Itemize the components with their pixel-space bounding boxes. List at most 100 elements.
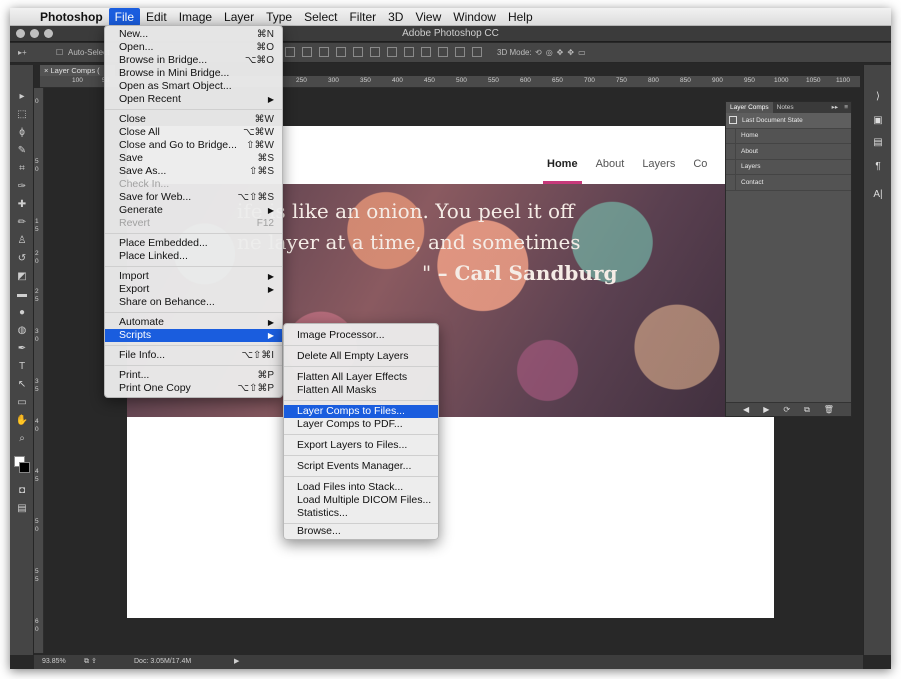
menu-window[interactable]: Window (447, 8, 502, 26)
menu-item-load-multiple-dicom-files[interactable]: Load Multiple DICOM Files... (284, 494, 438, 507)
menu-3d[interactable]: 3D (382, 8, 409, 26)
align-left-icon[interactable] (336, 47, 346, 57)
align-center-icon[interactable] (353, 47, 363, 57)
pen-tool-icon[interactable]: ✒ (14, 341, 30, 357)
distribute-bottom-icon[interactable] (421, 47, 431, 57)
character-panel-icon[interactable]: A| (872, 189, 884, 201)
previous-comp-icon[interactable]: ◀ (743, 403, 749, 416)
menu-item-open-as-smart-object[interactable]: Open as Smart Object... (105, 80, 282, 93)
clone-stamp-tool-icon[interactable]: ♙ (14, 233, 30, 249)
panel-menu-icon[interactable]: ≡ (841, 102, 851, 113)
menu-item-new[interactable]: New... ⌘N (105, 28, 282, 41)
marquee-tool-icon[interactable]: ⬚ (14, 107, 30, 123)
menu-item-generate[interactable]: Generate ▶ (105, 204, 282, 217)
menu-item-import[interactable]: Import ▶ (105, 270, 282, 283)
menu-item-flatten-all-layer-effects[interactable]: Flatten All Layer Effects (284, 371, 438, 384)
update-comp-icon[interactable]: ⟳ (783, 403, 790, 416)
menu-item-place-embedded[interactable]: Place Embedded... (105, 237, 282, 250)
blur-tool-icon[interactable]: ● (14, 305, 30, 321)
menu-layer[interactable]: Layer (218, 8, 260, 26)
lasso-tool-icon[interactable]: ϕ (14, 125, 30, 141)
layer-comp-row[interactable]: Layers (726, 159, 851, 175)
auto-select-checkbox[interactable]: ☐ (56, 48, 63, 57)
menu-item-scripts[interactable]: Scripts ▶ (105, 329, 282, 342)
eraser-tool-icon[interactable]: ◩ (14, 269, 30, 285)
panel-collapse-icon[interactable]: ▸▸ (829, 102, 842, 113)
screen-mode-icon[interactable]: ▤ (14, 501, 30, 517)
gradient-tool-icon[interactable]: ▬ (14, 287, 30, 303)
distribute-left-icon[interactable] (438, 47, 448, 57)
align-middle-icon[interactable] (302, 47, 312, 57)
distribute-center-icon[interactable] (455, 47, 465, 57)
layer-comp-row[interactable]: Contact (726, 174, 851, 191)
crop-tool-icon[interactable]: ⌗ (14, 161, 30, 177)
distribute-right-icon[interactable] (472, 47, 482, 57)
menu-item-export-layers-to-files[interactable]: Export Layers to Files... (284, 439, 438, 452)
menu-item-file-info[interactable]: File Info... ⌥⇧⌘I (105, 349, 282, 362)
menu-file[interactable]: File (108, 8, 140, 26)
path-selection-tool-icon[interactable]: ↖ (14, 377, 30, 393)
menu-item-flatten-all-masks[interactable]: Flatten All Masks (284, 384, 438, 397)
menu-edit[interactable]: Edit (140, 8, 173, 26)
menu-image[interactable]: Image (173, 8, 218, 26)
layer-comp-row[interactable]: About (726, 143, 851, 160)
tab-layer-comps[interactable]: Layer Comps (726, 102, 773, 113)
align-top-icon[interactable] (285, 47, 295, 57)
comp-apply-checkbox[interactable] (726, 143, 736, 159)
layer-comps-panel-icon[interactable]: ▣ (872, 115, 884, 127)
new-comp-icon[interactable]: ⧉ (804, 403, 810, 416)
tab-notes[interactable]: Notes (773, 102, 798, 113)
menu-item-automate[interactable]: Automate ▶ (105, 316, 282, 329)
status-menu-arrow[interactable]: ▶ (234, 655, 239, 669)
menu-item-place-linked[interactable]: Place Linked... (105, 250, 282, 263)
comp-apply-checkbox[interactable] (726, 174, 736, 190)
menu-type[interactable]: Type (260, 8, 298, 26)
menu-help[interactable]: Help (502, 8, 539, 26)
distribute-middle-icon[interactable] (404, 47, 414, 57)
share-icon[interactable]: ⧉ ⇪ (84, 655, 97, 669)
menu-item-close-all[interactable]: Close All ⌥⌘W (105, 126, 282, 139)
vertical-ruler[interactable]: 0 5 0 1 5 2 0 2 5 3 0 3 5 4 0 4 5 5 0 5 … (34, 88, 44, 653)
history-panel-icon[interactable]: ⟩ (872, 91, 884, 103)
hand-tool-icon[interactable]: ✋ (14, 413, 30, 429)
history-brush-tool-icon[interactable]: ↺ (14, 251, 30, 267)
eyedropper-tool-icon[interactable]: ✑ (14, 179, 30, 195)
menu-item-print-one-copy[interactable]: Print One Copy ⌥⇧⌘P (105, 382, 282, 395)
dodge-tool-icon[interactable]: ◍ (14, 323, 30, 339)
align-bottom-icon[interactable] (319, 47, 329, 57)
menu-item-close-and-go-to-bridge[interactable]: Close and Go to Bridge... ⇧⌘W (105, 139, 282, 152)
menu-item-print[interactable]: Print... ⌘P (105, 369, 282, 382)
comp-apply-checkbox[interactable] (726, 159, 736, 175)
menu-photoshop[interactable]: Photoshop (34, 8, 109, 26)
zoom-level[interactable]: 93.85% (42, 655, 66, 669)
menu-item-export[interactable]: Export ▶ (105, 283, 282, 296)
menu-select[interactable]: Select (298, 8, 343, 26)
3d-mode-tools-icon[interactable]: ⟲◎✥✥▭ (535, 48, 590, 57)
move-tool-icon[interactable]: ▸ (14, 89, 30, 105)
brush-tool-icon[interactable]: ✏ (14, 215, 30, 231)
menu-item-save-for-web[interactable]: Save for Web... ⌥⇧⌘S (105, 191, 282, 204)
menu-item-save[interactable]: Save ⌘S (105, 152, 282, 165)
comp-apply-checkbox[interactable] (729, 116, 737, 125)
properties-panel-icon[interactable]: ▤ (872, 137, 884, 149)
align-right-icon[interactable] (370, 47, 380, 57)
menu-item-layer-comps-to-pdf[interactable]: Layer Comps to PDF... (284, 418, 438, 431)
menu-item-load-files-into-stack[interactable]: Load Files into Stack... (284, 481, 438, 494)
menu-item-close[interactable]: Close ⌘W (105, 113, 282, 126)
delete-comp-icon[interactable]: 🗑 (824, 403, 834, 416)
background-color-swatch[interactable] (19, 462, 30, 473)
healing-brush-tool-icon[interactable]: ✚ (14, 197, 30, 213)
menu-item-browse[interactable]: Browse... (284, 525, 438, 538)
menu-item-save-as[interactable]: Save As... ⇧⌘S (105, 165, 282, 178)
menu-item-browse-in-mini-bridge[interactable]: Browse in Mini Bridge... (105, 67, 282, 80)
comp-apply-checkbox[interactable] (726, 128, 736, 144)
rectangle-tool-icon[interactable]: ▭ (14, 395, 30, 411)
menu-item-share-on-behance[interactable]: Share on Behance... (105, 296, 282, 309)
quick-select-tool-icon[interactable]: ✎ (14, 143, 30, 159)
paragraph-panel-icon[interactable]: ¶ (872, 161, 884, 173)
distribute-top-icon[interactable] (387, 47, 397, 57)
next-comp-icon[interactable]: ▶ (763, 403, 769, 416)
layer-comp-row[interactable]: Home (726, 128, 851, 144)
menu-item-image-processor[interactable]: Image Processor... (284, 329, 438, 342)
menu-item-browse-in-bridge[interactable]: Browse in Bridge... ⌥⌘O (105, 54, 282, 67)
